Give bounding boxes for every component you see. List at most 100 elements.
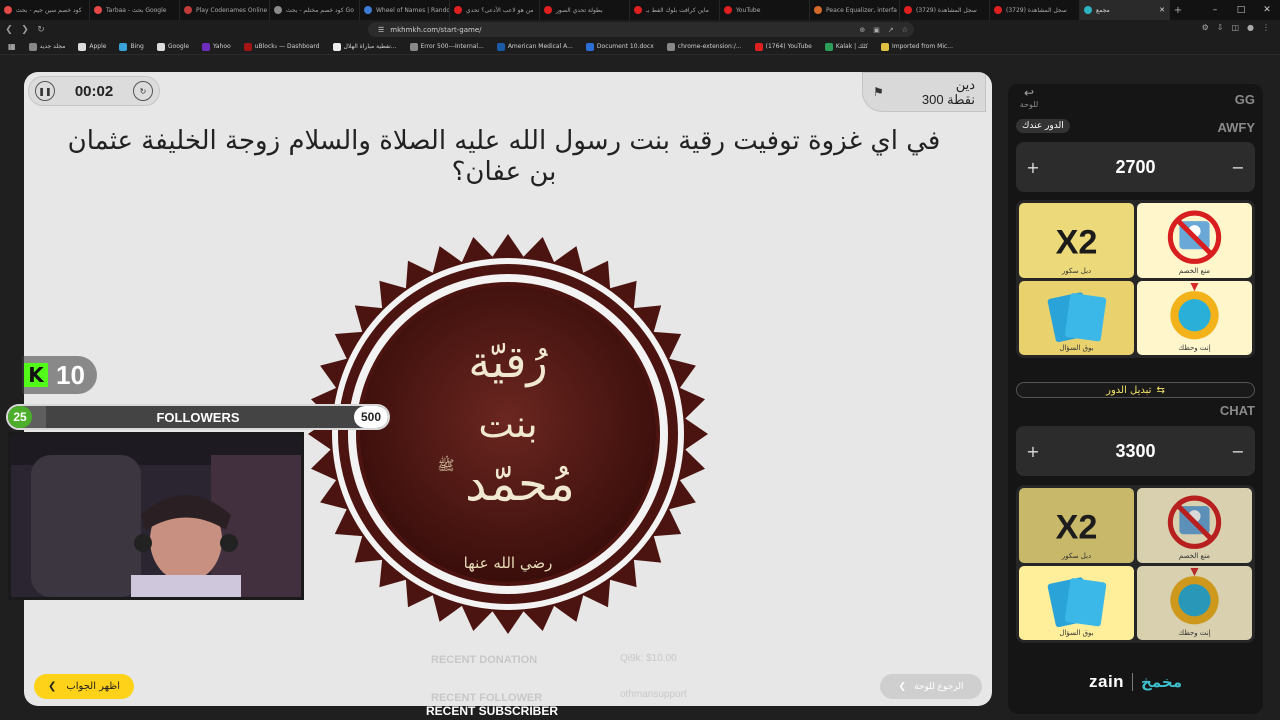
menu-icon[interactable]: ⋮ xyxy=(1262,23,1270,32)
team2-luck-tool[interactable]: إنت وحظك xyxy=(1137,565,1252,640)
apps-grid-icon[interactable]: ▦ xyxy=(8,42,16,51)
bookmark-label: مجلد جديد xyxy=(39,43,66,50)
bookmark-favicon-icon xyxy=(28,42,37,51)
bookmark-item[interactable]: Yahoo xyxy=(202,42,231,51)
bookmark-item[interactable]: مجلد جديد xyxy=(28,42,66,51)
team2-double-score-label: دبل سكور xyxy=(1061,551,1092,560)
new-tab-button[interactable]: + xyxy=(1170,5,1186,16)
browser-tab[interactable]: كود خصم سين جيم - بحث xyxy=(0,0,90,20)
browser-tab[interactable]: ماين كرافت بلوك الفط بـ xyxy=(630,0,720,20)
bookmark-favicon-icon xyxy=(824,42,833,51)
flag-icon[interactable]: ⚑ xyxy=(873,85,884,99)
bookmark-item[interactable]: Document 10.docx xyxy=(585,42,654,51)
tab-label: بطولة تحدي الصور xyxy=(556,6,603,14)
tab-favicon-icon xyxy=(364,6,372,14)
team1-luck-label: إنت وحظك xyxy=(1178,344,1211,352)
share-icon[interactable]: ↗ xyxy=(888,26,894,34)
site-info-icon[interactable]: ☰ xyxy=(378,26,384,34)
team1-decrease-button[interactable]: − xyxy=(1231,158,1245,177)
followers-label: FOLLOWERS xyxy=(156,410,240,425)
board-button[interactable]: ↩ للوحة xyxy=(1016,87,1042,110)
bookmark-favicon-icon xyxy=(202,42,211,51)
browser-tab[interactable]: كود خصم مختلم - بحث Go xyxy=(270,0,360,20)
reset-timer-icon[interactable]: ↻ xyxy=(133,81,153,101)
teams-panel: ↩ للوحة GG AWFY الدور عندك + 2700 − X2 د… xyxy=(1008,84,1263,714)
browser-tab[interactable]: (3729) سجل المشاهدة xyxy=(900,0,990,20)
bookmark-item[interactable]: Kalak | كلك xyxy=(824,42,868,51)
bookmark-item[interactable]: Imported from Mic... xyxy=(880,42,953,51)
bookmark-label: تفطية مباراة الهلال... xyxy=(343,43,397,50)
team2-call-question-tool[interactable]: بوق السؤال xyxy=(1019,565,1134,640)
browser-toolbar: ❮ ❯ ↻ ☰ mkhmkh.com/start-game/ ⊕ ▣ ↗ ☆ ⚙… xyxy=(0,20,1280,39)
back-icon[interactable]: ❮ xyxy=(2,25,16,35)
tab-label: من هو لاعب الأدعى؟ تحدي xyxy=(466,6,534,14)
close-window-button[interactable]: ✕ xyxy=(1254,0,1280,20)
bookmark-item[interactable]: uBlock₀ — Dashboard xyxy=(243,42,320,51)
bookmark-item[interactable]: تفطية مباراة الهلال... xyxy=(332,42,397,51)
browser-tab[interactable]: (3729) سجل المشاهدة xyxy=(990,0,1080,20)
tab-favicon-icon xyxy=(544,6,552,14)
tab-favicon-icon xyxy=(994,6,1002,14)
zoom-icon[interactable]: ⊕ xyxy=(859,26,865,34)
sidebar-icon[interactable]: ◫ xyxy=(1231,23,1239,32)
bookmark-star-icon[interactable]: ☆ xyxy=(902,26,908,34)
cast-icon[interactable]: ▣ xyxy=(873,26,880,34)
tab-close-icon[interactable]: ✕ xyxy=(1159,6,1165,14)
browser-tab[interactable]: YouTube xyxy=(720,0,810,20)
team2-block-opponent-tool[interactable]: منع الخصم xyxy=(1137,488,1252,563)
svg-text:X2: X2 xyxy=(1056,223,1098,261)
category-name: دين xyxy=(955,77,975,92)
pause-icon[interactable]: ❚❚ xyxy=(35,81,55,101)
browser-tab[interactable]: بطولة تحدي الصور xyxy=(540,0,630,20)
recent-follower-value: othmansupport xyxy=(620,689,687,700)
browser-tab[interactable]: مجمع ✕ xyxy=(1080,0,1170,20)
browser-tab[interactable]: Wheel of Names | Random xyxy=(360,0,450,20)
team1-double-score-tool[interactable]: X2 دبل سكور xyxy=(1019,203,1134,278)
team2-tools: X2 دبل سكور منع الخصم بوق السؤال إنت وحظ… xyxy=(1016,485,1255,643)
followers-goal: 500 xyxy=(354,406,388,428)
bookmark-item[interactable]: (1764) YouTube xyxy=(754,42,812,51)
maximize-button[interactable]: □ xyxy=(1228,0,1254,20)
team2-call-question-label: بوق السؤال xyxy=(1059,629,1094,637)
downloads-icon[interactable]: ⇩ xyxy=(1217,23,1224,32)
browser-tab[interactable]: Peace Equalizer, interfa xyxy=(810,0,900,20)
bookmark-item[interactable]: Apple xyxy=(78,42,106,51)
minimize-button[interactable]: – xyxy=(1202,0,1228,20)
browser-tab[interactable]: Play Codenames Online xyxy=(180,0,270,20)
tab-label: (3729) سجل المشاهدة xyxy=(1006,6,1067,14)
bookmark-label: uBlock₀ — Dashboard xyxy=(254,43,320,50)
bookmark-item[interactable]: chrome-extension:/... xyxy=(666,42,742,51)
tab-favicon-icon xyxy=(904,6,912,14)
bookmark-item[interactable]: American Medical A... xyxy=(496,42,573,51)
calligraphy-line1: رُقيّة xyxy=(468,337,548,388)
address-bar[interactable]: ☰ mkhmkh.com/start-game/ ⊕ ▣ ↗ ☆ xyxy=(368,22,914,37)
reload-icon[interactable]: ↻ xyxy=(34,25,48,35)
back-to-board-button[interactable]: ❮ الرجوع للوحة xyxy=(880,674,982,699)
bookmark-item[interactable]: Google xyxy=(156,42,189,51)
team2-double-score-tool[interactable]: X2 دبل سكور xyxy=(1019,488,1134,563)
bookmark-item[interactable]: Bing xyxy=(119,42,144,51)
url-text: mkhmkh.com/start-game/ xyxy=(390,25,482,34)
tab-favicon-icon xyxy=(94,6,102,14)
tab-favicon-icon xyxy=(1084,6,1092,14)
bookmark-item[interactable]: Error 500---Internal... xyxy=(409,42,484,51)
switch-turn-button[interactable]: تبديل الدور ⇆ xyxy=(1016,382,1255,398)
extension-icon[interactable]: ⚙ xyxy=(1202,23,1209,32)
tab-label: Tarbaa - بحث Google xyxy=(106,6,167,14)
team2-decrease-button[interactable]: − xyxy=(1231,442,1245,461)
team1-call-question-tool[interactable]: بوق السؤال xyxy=(1019,280,1134,355)
browser-tab[interactable]: Tarbaa - بحث Google xyxy=(90,0,180,20)
tab-label: كود خصم سين جيم - بحث xyxy=(16,6,82,14)
team2-increase-button[interactable]: + xyxy=(1026,442,1040,461)
team1-block-opponent-tool[interactable]: منع الخصم xyxy=(1137,203,1252,278)
forward-icon[interactable]: ❯ xyxy=(18,25,32,35)
browser-tab[interactable]: من هو لاعب الأدعى؟ تحدي xyxy=(450,0,540,20)
bookmarks-bar: ▦ مجلد جديد Apple Bing Google Yahoo uBlock₀ —… xyxy=(0,39,1280,55)
swap-icon: ⇆ xyxy=(1156,384,1165,396)
team1-increase-button[interactable]: + xyxy=(1026,158,1040,177)
kick-viewer-badge: K 10 xyxy=(22,356,97,394)
show-answer-button[interactable]: ❮ اظهر الجواب xyxy=(34,674,134,699)
profile-icon[interactable]: ● xyxy=(1247,23,1254,32)
tab-label: Peace Equalizer, interfa xyxy=(826,6,897,14)
team1-luck-tool[interactable]: إنت وحظك xyxy=(1137,280,1252,355)
